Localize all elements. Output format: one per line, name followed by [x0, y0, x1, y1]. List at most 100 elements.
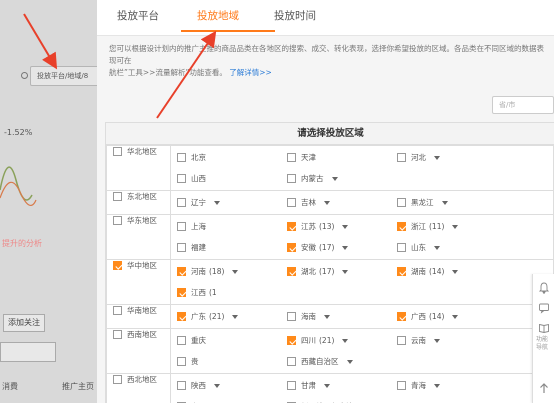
chevron-down-icon[interactable] [434, 245, 440, 250]
province-option[interactable]: 天津 [281, 147, 391, 168]
chevron-down-icon[interactable] [434, 338, 440, 343]
region-search-input[interactable]: 省/市 [492, 96, 554, 114]
add-follow-button[interactable]: 添加关注 [3, 314, 45, 332]
tab-time[interactable]: 投放时间 [274, 8, 316, 23]
province-option[interactable]: 吉林 [281, 192, 391, 213]
checkbox-icon[interactable] [397, 381, 406, 390]
chevron-down-icon[interactable] [434, 155, 440, 160]
chevron-down-icon[interactable] [452, 224, 459, 229]
checkbox-icon[interactable] [177, 381, 186, 390]
checkbox-icon[interactable] [177, 336, 186, 345]
checkbox-icon[interactable] [113, 375, 122, 384]
province-option[interactable]: 安徽 (17) [281, 237, 391, 258]
checkbox-icon[interactable] [177, 312, 186, 321]
checkbox-icon[interactable] [287, 357, 296, 366]
checkbox-icon[interactable] [397, 336, 406, 345]
chevron-down-icon[interactable] [434, 383, 440, 388]
chevron-down-icon[interactable] [342, 269, 349, 274]
checkbox-icon[interactable] [397, 153, 406, 162]
province-option[interactable]: 山东 [391, 237, 501, 258]
background-input[interactable] [0, 342, 56, 362]
region-checkbox[interactable]: 东北地区 [107, 191, 170, 202]
province-option[interactable]: 新疆维吾尔自治区 [281, 396, 441, 403]
province-option[interactable]: 河南 (18) [171, 261, 281, 282]
checkbox-icon[interactable] [287, 222, 296, 231]
checkbox-icon[interactable] [177, 243, 186, 252]
chevron-down-icon[interactable] [214, 383, 220, 388]
province-option[interactable]: 青海 [391, 375, 501, 396]
tab-region[interactable]: 投放地域 [197, 8, 239, 23]
region-checkbox[interactable]: 西南地区 [107, 329, 170, 340]
chevron-down-icon[interactable] [342, 338, 349, 343]
province-option[interactable]: 云南 [391, 330, 501, 351]
chevron-down-icon[interactable] [452, 269, 459, 274]
province-option[interactable]: 黑龙江 [391, 192, 501, 213]
book-icon[interactable] [538, 322, 550, 334]
checkbox-icon[interactable] [113, 192, 122, 201]
province-option[interactable]: 内蒙古 [281, 168, 391, 189]
checkbox-icon[interactable] [177, 198, 186, 207]
province-option[interactable]: 四川 (21) [281, 330, 391, 351]
chevron-down-icon[interactable] [342, 224, 349, 229]
chevron-down-icon[interactable] [214, 200, 220, 205]
region-checkbox[interactable]: 华南地区 [107, 305, 170, 316]
region-checkbox[interactable]: 华北地区 [107, 146, 170, 157]
checkbox-icon[interactable] [177, 267, 186, 276]
bell-icon[interactable] [538, 282, 550, 294]
province-option[interactable]: 广西 (14) [391, 306, 501, 327]
province-option[interactable]: 江苏 (13) [281, 216, 391, 237]
checkbox-icon[interactable] [177, 288, 186, 297]
platform-select[interactable]: 投放平台/地域/8 [30, 66, 100, 86]
checkbox-icon[interactable] [397, 243, 406, 252]
region-checkbox[interactable]: 华东地区 [107, 215, 170, 226]
chevron-down-icon[interactable] [232, 269, 239, 274]
checkbox-icon[interactable] [113, 261, 122, 270]
province-option[interactable]: 湖北 (17) [281, 261, 391, 282]
checkbox-icon[interactable] [287, 336, 296, 345]
chevron-down-icon[interactable] [452, 314, 459, 319]
checkbox-icon[interactable] [397, 198, 406, 207]
province-option[interactable]: 宁 [171, 396, 281, 403]
province-option[interactable]: 广东 (21) [171, 306, 281, 327]
chevron-down-icon[interactable] [324, 383, 330, 388]
province-option[interactable]: 陕西 [171, 375, 281, 396]
checkbox-icon[interactable] [113, 330, 122, 339]
province-option[interactable]: 江西 (1 [171, 282, 281, 303]
checkbox-icon[interactable] [177, 153, 186, 162]
tab-platform[interactable]: 投放平台 [117, 8, 159, 23]
chevron-down-icon[interactable] [232, 314, 239, 319]
checkbox-icon[interactable] [287, 381, 296, 390]
province-option[interactable]: 西藏自治区 [281, 351, 441, 372]
checkbox-icon[interactable] [287, 243, 296, 252]
province-option[interactable]: 湖南 (14) [391, 261, 501, 282]
chevron-down-icon[interactable] [324, 314, 330, 319]
checkbox-icon[interactable] [397, 222, 406, 231]
province-option[interactable]: 辽宁 [171, 192, 281, 213]
province-option[interactable]: 山西 [171, 168, 281, 189]
chevron-down-icon[interactable] [324, 200, 330, 205]
province-option[interactable]: 海南 [281, 306, 391, 327]
province-option[interactable]: 北京 [171, 147, 281, 168]
chevron-down-icon[interactable] [441, 200, 448, 205]
checkbox-icon[interactable] [397, 267, 406, 276]
checkbox-icon[interactable] [177, 357, 186, 366]
chevron-down-icon[interactable] [331, 176, 338, 181]
checkbox-icon[interactable] [113, 216, 122, 225]
checkbox-icon[interactable] [177, 174, 186, 183]
province-option[interactable]: 贵 [171, 351, 281, 372]
checkbox-icon[interactable] [287, 198, 296, 207]
region-checkbox[interactable]: 西北地区 [107, 374, 170, 385]
learn-more-link[interactable]: 了解详情>> [229, 68, 272, 77]
checkbox-icon[interactable] [287, 267, 296, 276]
province-option[interactable]: 福建 [171, 237, 281, 258]
region-checkbox[interactable]: 华中地区 [107, 260, 170, 271]
province-option[interactable]: 甘肃 [281, 375, 391, 396]
province-option[interactable]: 重庆 [171, 330, 281, 351]
checkbox-icon[interactable] [397, 312, 406, 321]
checkbox-icon[interactable] [113, 306, 122, 315]
province-option[interactable]: 上海 [171, 216, 281, 237]
chevron-down-icon[interactable] [342, 245, 349, 250]
checkbox-icon[interactable] [287, 312, 296, 321]
checkbox-icon[interactable] [287, 153, 296, 162]
checkbox-icon[interactable] [177, 222, 186, 231]
